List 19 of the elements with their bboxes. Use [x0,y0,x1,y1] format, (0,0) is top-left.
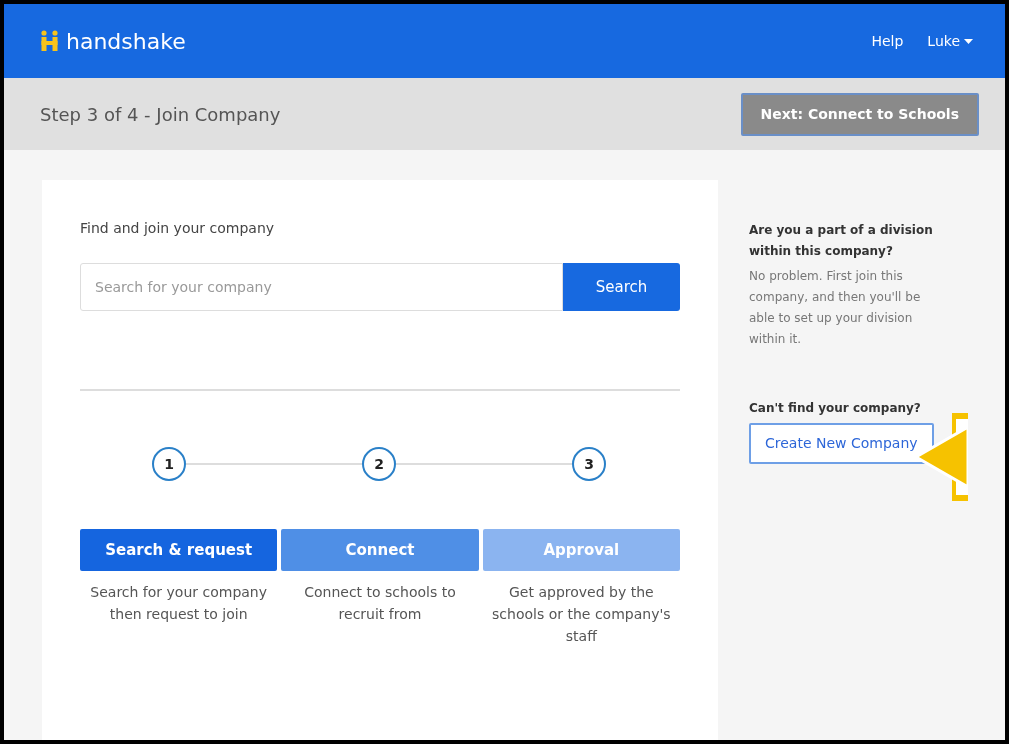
step-description: Search for your company then request to join [89,583,268,624]
create-company-button[interactable]: Create New Company [749,423,934,464]
division-question: Are you a part of a division within this company? [749,222,934,260]
step-button[interactable]: Search & request [80,529,278,571]
cant-find-label: Can't find your company? [749,400,922,417]
search-button[interactable]: Search [563,263,680,311]
step-number: 3 [572,447,606,481]
nav-link[interactable]: Luke [927,30,973,52]
step-number: 1 [152,447,186,481]
search-field[interactable]: Search for your company [80,263,563,311]
step-description: Get approved by the schools or the company's staff [491,583,672,646]
step-button[interactable]: Connect [281,529,479,571]
step-description: Connect to schools to recruit from [303,583,457,624]
nav-link[interactable]: Help [871,30,904,52]
section-heading: Find and join your company [80,219,276,238]
step-title: Step 3 of 4 - Join Company [40,102,281,127]
brand-name[interactable]: handshake [66,24,186,58]
step-number: 2 [362,447,396,481]
division-answer: No problem. First join this company, and then you'll be able to set up your division within it. [749,268,922,348]
